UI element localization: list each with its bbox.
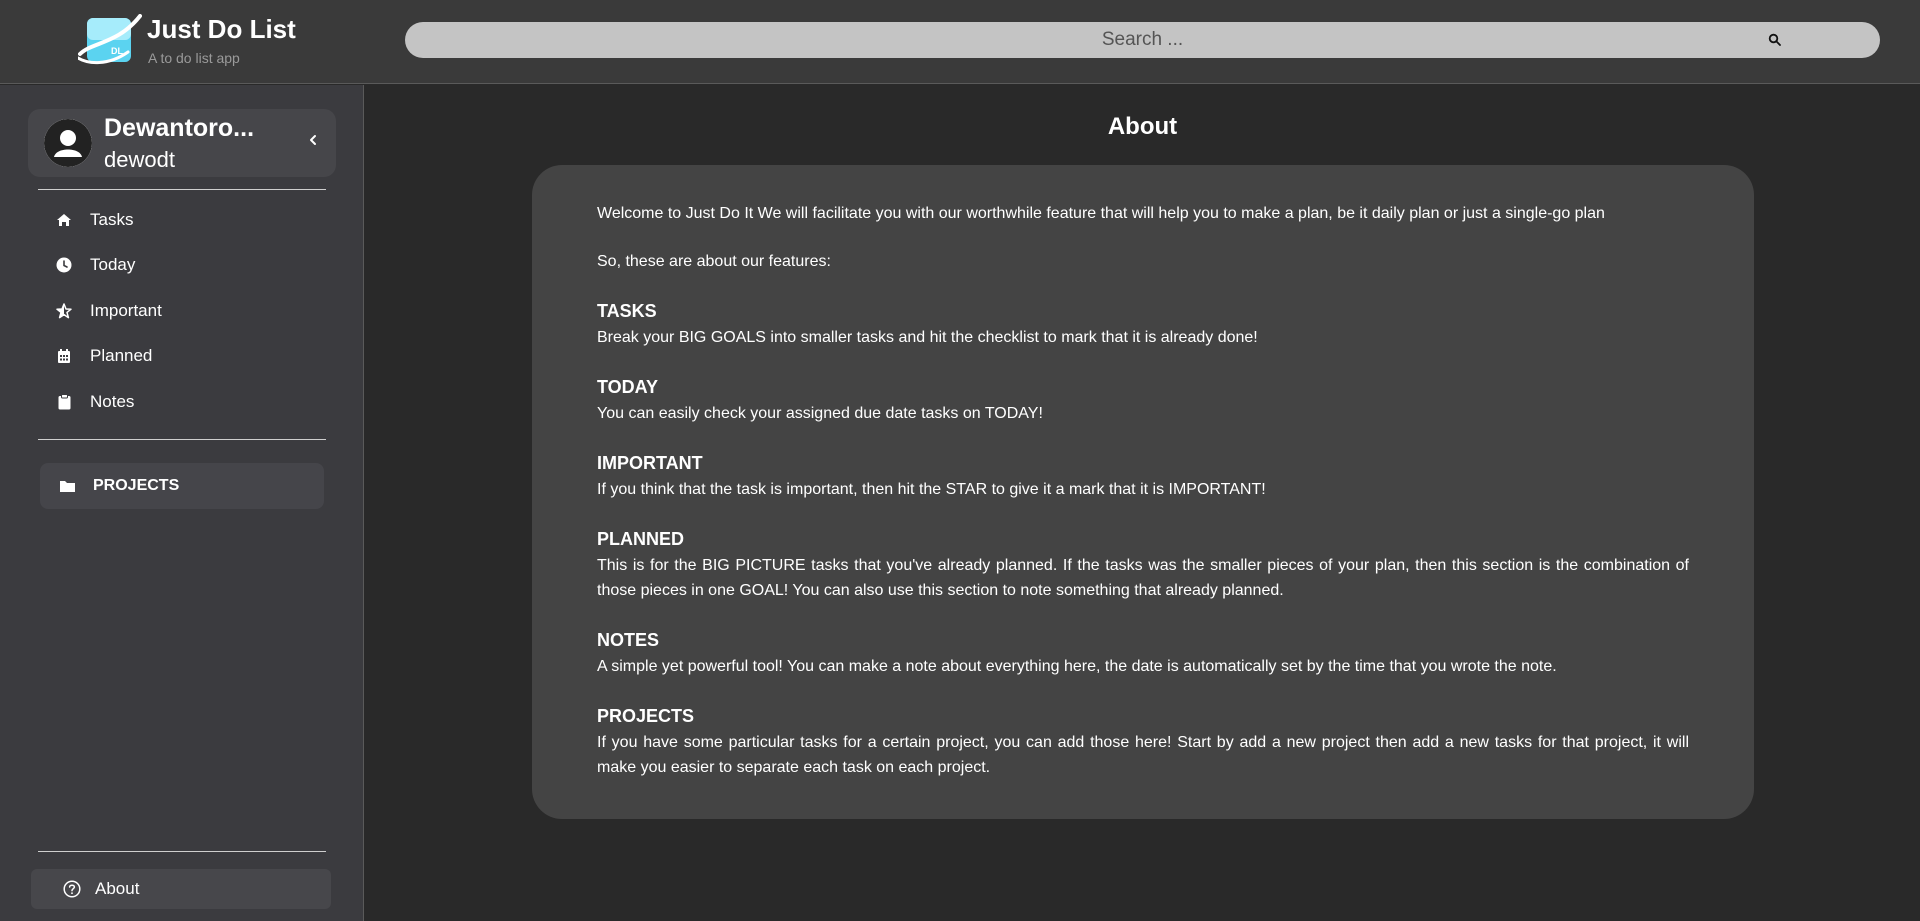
help-circle-icon xyxy=(63,880,81,898)
about-card: Welcome to Just Do It We will facilitate… xyxy=(532,165,1754,819)
app-subtitle: A to do list app xyxy=(148,50,240,66)
clock-icon xyxy=(56,257,72,273)
feature-title: PROJECTS xyxy=(597,706,695,726)
profile-name: Dewantoro... xyxy=(104,114,255,142)
features-intro: So, these are about our features: xyxy=(597,253,831,270)
search-input[interactable] xyxy=(405,22,1880,58)
feature-section: PLANNED This is for the BIG PICTURE task… xyxy=(597,526,1689,603)
projects-label: PROJECTS xyxy=(93,477,180,494)
sidebar-divider xyxy=(38,189,326,190)
feature-section: TODAY You can easily check your assigned… xyxy=(597,374,1689,426)
sidebar: Dewantoro... dewodt Tasks Today Importan… xyxy=(0,85,364,921)
sidebar-item-label: Important xyxy=(90,301,162,320)
app-logo[interactable]: DL xyxy=(76,14,142,70)
feature-title: TODAY xyxy=(597,377,659,397)
feature-description: If you think that the task is important,… xyxy=(597,481,1266,498)
sidebar-divider xyxy=(38,439,326,440)
sidebar-divider xyxy=(38,851,326,852)
about-content: Welcome to Just Do It We will facilitate… xyxy=(597,201,1689,804)
page-title: About xyxy=(1107,113,1178,140)
sidebar-item-today[interactable]: Today xyxy=(38,245,328,285)
logo-text: DL xyxy=(111,46,123,56)
sidebar-item-label: Today xyxy=(90,255,136,274)
sidebar-item-label: Notes xyxy=(90,392,135,411)
collapse-sidebar-button[interactable] xyxy=(304,133,322,151)
profile-username: dewodt xyxy=(104,147,175,172)
star-icon xyxy=(56,303,72,319)
feature-title: PLANNED xyxy=(597,529,685,549)
avatar xyxy=(44,119,92,167)
sidebar-item-about[interactable]: About xyxy=(31,869,331,909)
feature-description: A simple yet powerful tool! You can make… xyxy=(597,658,1557,675)
feature-title: NOTES xyxy=(597,630,660,650)
app-title: Just Do List xyxy=(147,14,296,44)
home-icon xyxy=(56,212,72,228)
feature-section: PROJECTS If you have some particular tas… xyxy=(597,703,1689,780)
profile-card[interactable]: Dewantoro... dewodt xyxy=(28,109,336,177)
sidebar-item-projects[interactable]: PROJECTS xyxy=(40,463,324,509)
intro-text: Welcome to Just Do It We will facilitate… xyxy=(597,205,1605,222)
sidebar-item-notes[interactable]: Notes xyxy=(38,382,328,422)
feature-description: Break your BIG GOALS into smaller tasks … xyxy=(597,329,1258,346)
feature-description: If you have some particular tasks for a … xyxy=(597,734,1689,776)
calendar-icon xyxy=(56,348,72,364)
folder-icon xyxy=(59,478,77,494)
clipboard-icon xyxy=(56,394,72,410)
feature-section: IMPORTANT If you think that the task is … xyxy=(597,450,1689,502)
sidebar-item-important[interactable]: Important xyxy=(38,291,328,331)
sidebar-item-label: Planned xyxy=(90,346,153,365)
app-header: DL Just Do List A to do list app xyxy=(0,0,1920,84)
feature-title: IMPORTANT xyxy=(597,453,703,473)
sidebar-item-tasks[interactable]: Tasks xyxy=(38,200,328,240)
sidebar-item-label: Tasks xyxy=(90,210,134,229)
chevron-left-icon xyxy=(310,135,316,145)
search-icon[interactable] xyxy=(1768,33,1782,47)
feature-title: TASKS xyxy=(597,301,657,321)
sidebar-item-planned[interactable]: Planned xyxy=(38,336,328,376)
about-label: About xyxy=(95,879,140,898)
feature-section: NOTES A simple yet powerful tool! You ca… xyxy=(597,627,1689,679)
feature-description: This is for the BIG PICTURE tasks that y… xyxy=(597,557,1689,599)
feature-description: You can easily check your assigned due d… xyxy=(597,405,1043,422)
search-bar xyxy=(405,22,1880,58)
feature-section: TASKS Break your BIG GOALS into smaller … xyxy=(597,298,1689,350)
